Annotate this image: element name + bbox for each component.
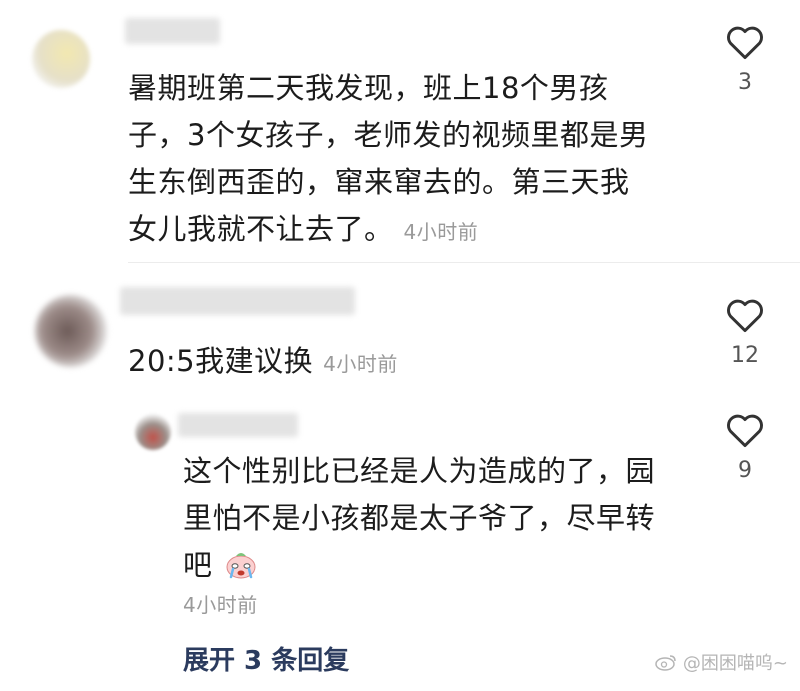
comment-line: 生东倒西歪的，窜来窜去的。第三天我: [128, 165, 630, 199]
watermark: @困困喵呜~: [655, 649, 788, 675]
reply-text: 这个性别比已经是人为造成的了，园 里怕不是小孩都是太子爷了，尽早转 吧 4小时前: [183, 448, 703, 621]
comment-line: 女儿我就不让去了。: [128, 212, 394, 246]
reply-line: 里怕不是小孩都是太子爷了，尽早转: [183, 501, 656, 535]
like-button[interactable]: 12: [723, 297, 767, 368]
heart-outline-icon: [727, 26, 763, 60]
avatar[interactable]: [35, 295, 107, 367]
expand-replies-link[interactable]: 展开 3 条回复: [183, 640, 349, 677]
avatar[interactable]: [32, 30, 90, 88]
weibo-logo-icon: [655, 655, 676, 671]
comment-line: 20:5我建议换: [128, 344, 314, 378]
reply-line: 这个性别比已经是人为造成的了，园: [183, 454, 656, 488]
reply-line: 吧: [183, 548, 213, 582]
divider: [128, 262, 800, 263]
comment-text: 暑期班第二天我发现，班上18个男孩 子，3个女孩子，老师发的视频里都是男 生东倒…: [128, 65, 688, 256]
comment-time: 4小时前: [323, 352, 398, 376]
username-blurred[interactable]: [120, 287, 355, 315]
avatar[interactable]: [135, 414, 171, 450]
watermark-text: @困困喵呜~: [682, 653, 788, 674]
comment-line: 暑期班第二天我发现，班上18个男孩: [128, 71, 609, 105]
comment-line: 子，3个女孩子，老师发的视频里都是男: [128, 118, 649, 152]
comment-time: 4小时前: [403, 220, 479, 244]
like-button[interactable]: 3: [723, 24, 767, 95]
like-count: 9: [738, 458, 752, 483]
reply-time: 4小时前: [183, 593, 258, 617]
crying-face-emoji-icon: [226, 553, 256, 579]
comment-text: 20:5我建议换 4小时前: [128, 338, 398, 388]
heart-outline-icon: [727, 299, 763, 333]
like-count: 12: [731, 343, 759, 368]
like-button[interactable]: 9: [723, 412, 767, 483]
heart-outline-icon: [727, 414, 763, 448]
username-blurred[interactable]: [125, 18, 220, 44]
username-blurred[interactable]: [178, 413, 298, 437]
like-count: 3: [738, 70, 752, 95]
